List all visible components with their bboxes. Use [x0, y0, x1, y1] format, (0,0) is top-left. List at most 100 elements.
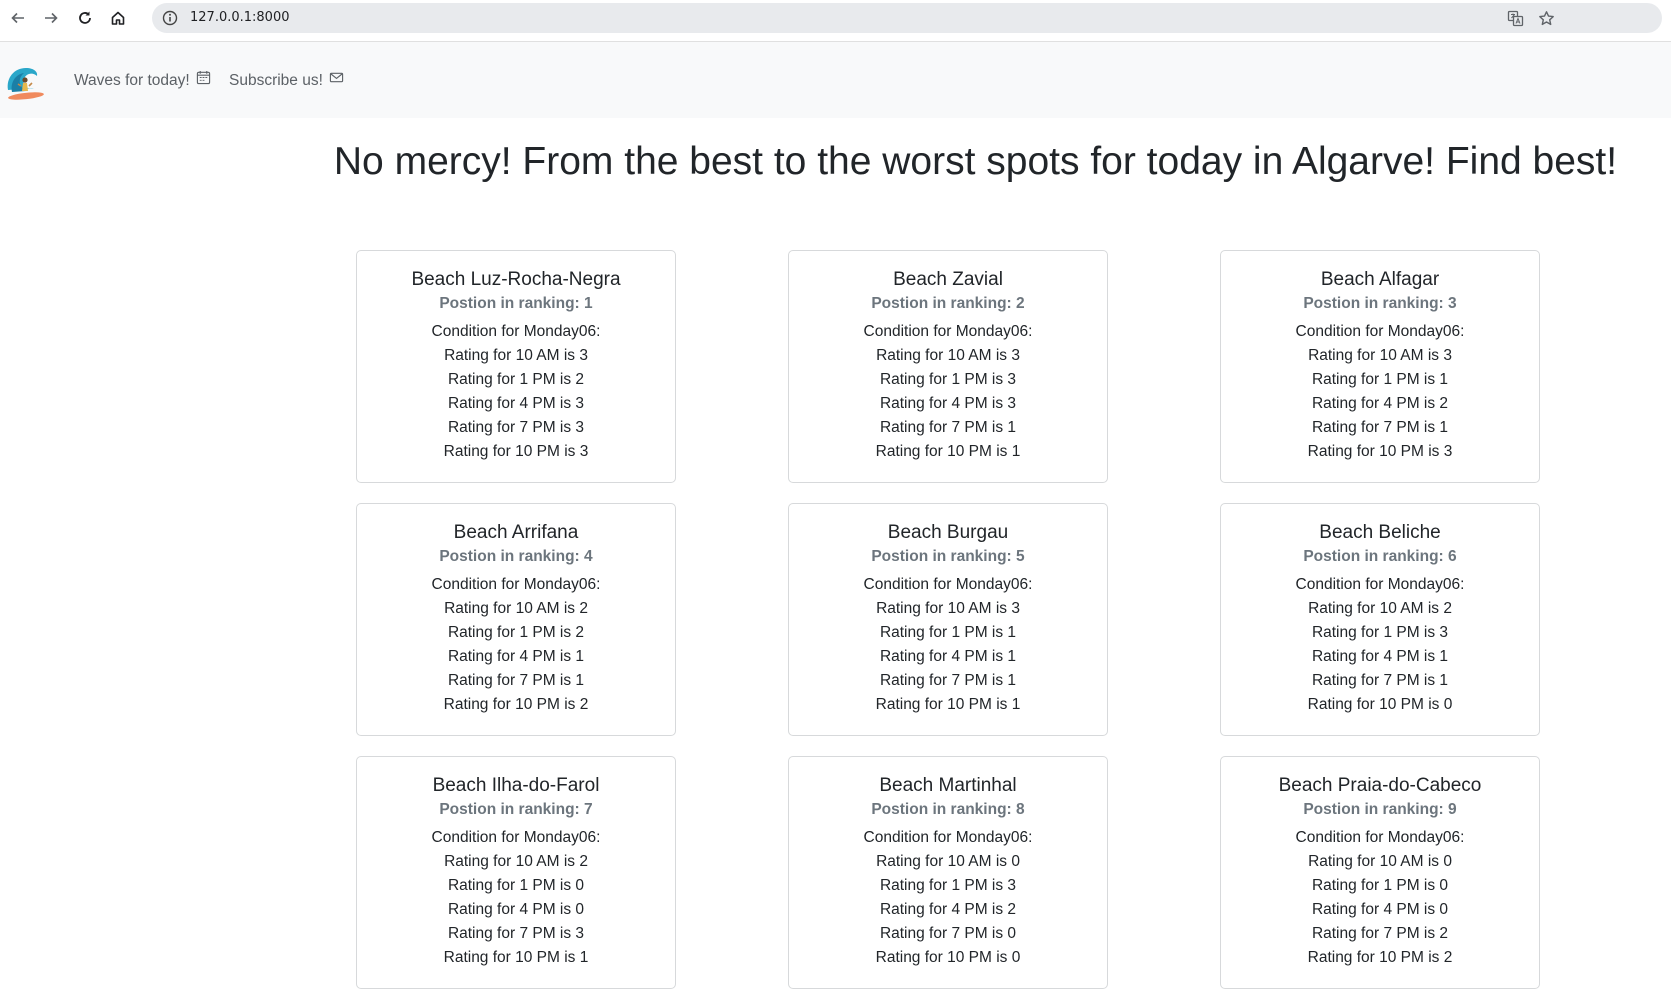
- rating-line: Rating for 10 PM is 1: [875, 696, 1021, 713]
- beach-card: Beach Praia-do-Cabeco Postion in ranking:…: [1220, 756, 1540, 989]
- rating-line: Rating for 10 PM is 2: [1307, 949, 1453, 966]
- beach-name: Beach Ilha-do-Farol: [432, 775, 600, 796]
- address-bar[interactable]: 127.0.0.1:8000: [152, 3, 1662, 33]
- beach-cards-grid: Beach Luz-Rocha-Negra Postion in ranking:…: [356, 250, 1540, 989]
- home-icon[interactable]: [107, 7, 129, 29]
- rating-line: Rating for 1 PM is 1: [879, 624, 1017, 641]
- condition-heading: Condition for Monday06:: [431, 829, 601, 846]
- rating-line: Rating for 4 PM is 2: [1311, 395, 1449, 412]
- beach-name: Beach Beliche: [1319, 522, 1441, 543]
- rating-line: Rating for 10 AM is 2: [444, 600, 588, 617]
- rating-line: Rating for 7 PM is 1: [1311, 419, 1449, 436]
- ranking-position: Postion in ranking: 8: [871, 801, 1025, 818]
- ranking-position: Postion in ranking: 4: [439, 548, 593, 565]
- forward-arrow-icon[interactable]: [40, 7, 62, 29]
- beach-card: Beach Arrifana Postion in ranking: 4 Condi…: [356, 503, 676, 736]
- rating-line: Rating for 7 PM is 0: [879, 925, 1017, 942]
- reload-icon[interactable]: [74, 7, 96, 29]
- rating-line: Rating for 7 PM is 1: [1311, 672, 1449, 689]
- beach-name: Beach Martinhal: [879, 775, 1017, 796]
- ranking-position: Postion in ranking: 3: [1303, 295, 1457, 312]
- wave-surfer-logo[interactable]: [4, 60, 48, 104]
- rating-line: Rating for 10 AM is 2: [444, 853, 588, 870]
- rating-line: Rating for 10 PM is 3: [1307, 443, 1453, 460]
- beach-card: Beach Burgau Postion in ranking: 5 Conditi…: [788, 503, 1108, 736]
- rating-line: Rating for 4 PM is 2: [879, 901, 1017, 918]
- rating-line: Rating for 10 AM is 3: [1308, 347, 1452, 364]
- back-arrow-icon[interactable]: [7, 7, 29, 29]
- condition-heading: Condition for Monday06:: [863, 323, 1033, 340]
- condition-heading: Condition for Monday06:: [431, 576, 601, 593]
- rating-line: Rating for 10 AM is 3: [876, 600, 1020, 617]
- beach-name: Beach Arrifana: [453, 522, 579, 543]
- rating-line: Rating for 1 PM is 2: [447, 624, 585, 641]
- site-info-icon[interactable]: [162, 10, 178, 26]
- condition-heading: Condition for Monday06:: [1295, 323, 1465, 340]
- rating-line: Rating for 10 AM is 0: [876, 853, 1020, 870]
- rating-line: Rating for 7 PM is 3: [447, 925, 585, 942]
- rating-line: Rating for 4 PM is 0: [1311, 901, 1449, 918]
- condition-heading: Condition for Monday06:: [863, 829, 1033, 846]
- url-text[interactable]: 127.0.0.1:8000: [190, 3, 290, 33]
- rating-line: Rating for 10 AM is 3: [444, 347, 588, 364]
- rating-line: Rating for 1 PM is 2: [447, 371, 585, 388]
- rating-line: Rating for 7 PM is 1: [879, 672, 1017, 689]
- rating-line: Rating for 4 PM is 1: [879, 648, 1017, 665]
- nav-link-subscribe[interactable]: Subscribe us!: [229, 42, 344, 120]
- beach-name: Beach Burgau: [887, 522, 1009, 543]
- rating-line: Rating for 10 PM is 2: [443, 696, 589, 713]
- rating-line: Rating for 10 PM is 0: [875, 949, 1021, 966]
- beach-card: Beach Beliche Postion in ranking: 6 Condit…: [1220, 503, 1540, 736]
- beach-name: Beach Alfagar: [1320, 269, 1440, 290]
- browser-toolbar: 127.0.0.1:8000: [0, 0, 1671, 42]
- rating-line: Rating for 1 PM is 1: [1311, 371, 1449, 388]
- rating-line: Rating for 10 AM is 3: [876, 347, 1020, 364]
- nav-link-waves-for-today[interactable]: Waves for today!: [74, 42, 211, 120]
- rating-line: Rating for 1 PM is 3: [879, 371, 1017, 388]
- rating-line: Rating for 7 PM is 3: [447, 419, 585, 436]
- rating-line: Rating for 10 PM is 1: [443, 949, 589, 966]
- beach-card: Beach Luz-Rocha-Negra Postion in ranking:…: [356, 250, 676, 483]
- beach-name: Beach Luz-Rocha-Negra: [411, 269, 621, 290]
- ranking-position: Postion in ranking: 7: [439, 801, 593, 818]
- beach-name: Beach Praia-do-Cabeco: [1278, 775, 1482, 796]
- beach-card: Beach Ilha-do-Farol Postion in ranking: 7…: [356, 756, 676, 989]
- envelope-icon: [329, 42, 344, 120]
- rating-line: Rating for 7 PM is 1: [879, 419, 1017, 436]
- rating-line: Rating for 4 PM is 1: [447, 648, 585, 665]
- condition-heading: Condition for Monday06:: [863, 576, 1033, 593]
- beach-card: Beach Alfagar Postion in ranking: 3 Condit…: [1220, 250, 1540, 483]
- ranking-position: Postion in ranking: 1: [439, 295, 593, 312]
- rating-line: Rating for 4 PM is 3: [879, 395, 1017, 412]
- rating-line: Rating for 10 PM is 3: [443, 443, 589, 460]
- rating-line: Rating for 1 PM is 0: [1311, 877, 1449, 894]
- nav-link-label: Subscribe us!: [229, 72, 323, 89]
- rating-line: Rating for 4 PM is 3: [447, 395, 585, 412]
- beach-card: Beach Zavial Postion in ranking: 2 Conditi…: [788, 250, 1108, 483]
- beach-name: Beach Zavial: [893, 269, 1003, 290]
- rating-line: Rating for 10 AM is 2: [1308, 600, 1452, 617]
- condition-heading: Condition for Monday06:: [1295, 829, 1465, 846]
- condition-heading: Condition for Monday06:: [1295, 576, 1465, 593]
- ranking-position: Postion in ranking: 6: [1303, 548, 1457, 565]
- rating-line: Rating for 4 PM is 1: [1311, 648, 1449, 665]
- rating-line: Rating for 1 PM is 3: [1311, 624, 1449, 641]
- rating-line: Rating for 1 PM is 3: [879, 877, 1017, 894]
- rating-line: Rating for 1 PM is 0: [447, 877, 585, 894]
- rating-line: Rating for 10 PM is 0: [1307, 696, 1453, 713]
- translate-icon[interactable]: [1507, 10, 1524, 27]
- rating-line: Rating for 7 PM is 2: [1311, 925, 1449, 942]
- condition-heading: Condition for Monday06:: [431, 323, 601, 340]
- rating-line: Rating for 10 AM is 0: [1308, 853, 1452, 870]
- ranking-position: Postion in ranking: 5: [871, 548, 1025, 565]
- bookmark-star-icon[interactable]: [1538, 10, 1555, 27]
- calendar-icon: [196, 42, 211, 120]
- ranking-position: Postion in ranking: 9: [1303, 801, 1457, 818]
- beach-card: Beach Martinhal Postion in ranking: 8 Cond…: [788, 756, 1108, 989]
- nav-link-label: Waves for today!: [74, 72, 190, 89]
- rating-line: Rating for 7 PM is 1: [447, 672, 585, 689]
- rating-line: Rating for 4 PM is 0: [447, 901, 585, 918]
- page-title: No mercy! From the best to the worst spo…: [333, 140, 1618, 183]
- rating-line: Rating for 10 PM is 1: [875, 443, 1021, 460]
- site-navbar: Waves for today! Subscribe us!: [0, 42, 1671, 118]
